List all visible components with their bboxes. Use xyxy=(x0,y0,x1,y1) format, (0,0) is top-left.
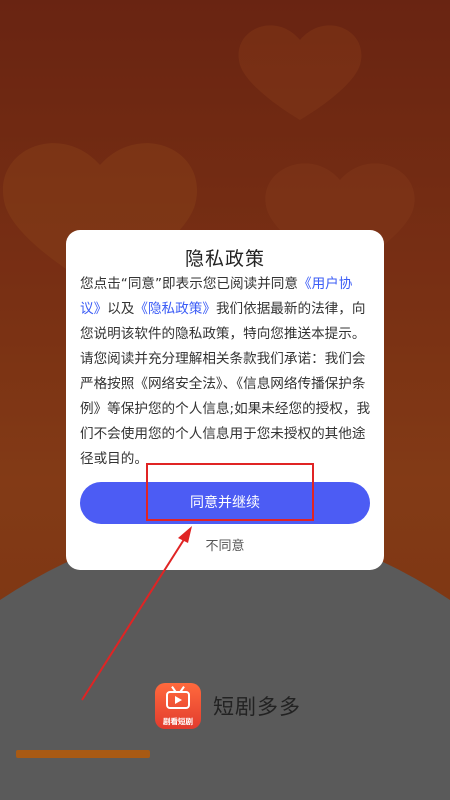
annotation-arrow xyxy=(81,526,192,701)
